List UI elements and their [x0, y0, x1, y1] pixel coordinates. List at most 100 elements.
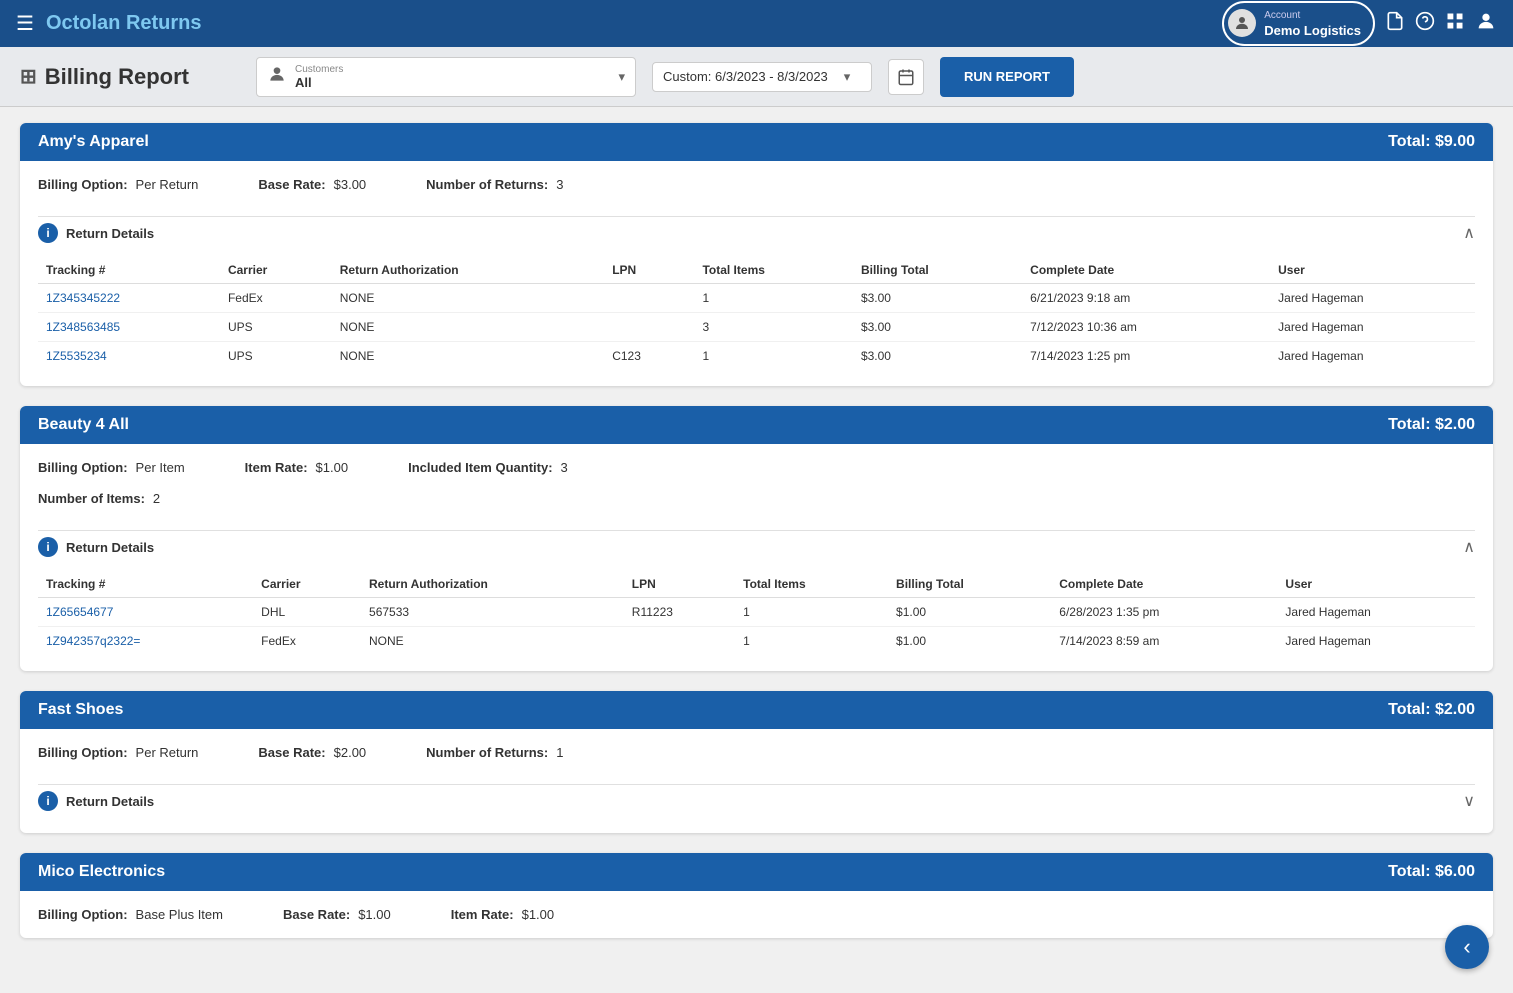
person-icon — [267, 64, 287, 89]
user-cell: Jared Hageman — [1270, 342, 1475, 371]
billing-option-label: Billing Option: — [38, 745, 128, 760]
carrier-cell: DHL — [253, 598, 361, 627]
billing-info-amys: Billing Option: Per Return Base Rate: $3… — [20, 161, 1493, 208]
base-rate-value: $2.00 — [334, 745, 367, 760]
return-details-left: i Return Details — [38, 791, 154, 811]
tracking-link[interactable]: 1Z345345222 — [46, 291, 120, 305]
item-rate-value: $1.00 — [316, 460, 349, 475]
tracking-link[interactable]: 1Z348563485 — [46, 320, 120, 334]
date-cell: 6/21/2023 9:18 am — [1022, 284, 1270, 313]
calendar-button[interactable] — [888, 59, 924, 95]
col-carrier: Carrier — [253, 571, 361, 598]
col-items: Total Items — [735, 571, 888, 598]
customers-dropdown[interactable]: Customers All ▾ — [256, 57, 636, 97]
billing-option-label: Billing Option: — [38, 907, 128, 922]
date-cell: 6/28/2023 1:35 pm — [1051, 598, 1277, 627]
col-user: User — [1277, 571, 1475, 598]
page-title: ⊞ Billing Report — [20, 64, 240, 90]
return-details-label: Return Details — [66, 794, 154, 809]
return-table-beauty: Tracking # Carrier Return Authorization … — [38, 571, 1475, 655]
logo-prefix: Octolan — [46, 12, 120, 34]
billing-info-beauty: Billing Option: Per Item Item Rate: $1.0… — [20, 444, 1493, 491]
table-row: 1Z942357q2322= FedEx NONE 1 $1.00 7/14/2… — [38, 627, 1475, 656]
items-cell: 1 — [735, 627, 888, 656]
user-cell: Jared Hageman — [1270, 313, 1475, 342]
tracking-link[interactable]: 1Z65654677 — [46, 605, 113, 619]
return-details-label: Return Details — [66, 540, 154, 555]
return-details-left: i Return Details — [38, 537, 154, 557]
col-tracking: Tracking # — [38, 257, 220, 284]
billing-cell: $1.00 — [888, 627, 1051, 656]
items-cell: 1 — [735, 598, 888, 627]
items-cell: 1 — [694, 284, 853, 313]
user-cell: Jared Hageman — [1277, 627, 1475, 656]
info-icon: i — [38, 537, 58, 557]
app-logo: Octolan Returns — [46, 12, 202, 35]
account-badge[interactable]: Account Demo Logistics — [1222, 1, 1375, 45]
customer-card-fast-shoes: Fast Shoes Total: $2.00 Billing Option: … — [20, 691, 1493, 833]
header-bar: ⊞ Billing Report Customers All ▾ Custom:… — [0, 47, 1513, 107]
customer-total: Total: $9.00 — [1388, 133, 1475, 151]
carrier-cell: FedEx — [253, 627, 361, 656]
items-cell: 3 — [694, 313, 853, 342]
col-ra: Return Authorization — [332, 257, 604, 284]
info-icon: i — [38, 791, 58, 811]
carrier-cell: UPS — [220, 313, 332, 342]
included-qty-label: Included Item Quantity: — [408, 460, 552, 475]
expand-icon: ∨ — [1463, 791, 1475, 811]
account-name: Demo Logistics — [1264, 23, 1361, 40]
customer-total: Total: $2.00 — [1388, 416, 1475, 434]
billing-info-fast-shoes: Billing Option: Per Return Base Rate: $2… — [20, 729, 1493, 776]
lpn-cell: R11223 — [624, 598, 735, 627]
scroll-button[interactable]: ‹ — [1445, 925, 1489, 969]
ra-cell: 567533 — [361, 598, 624, 627]
ra-cell: NONE — [361, 627, 624, 656]
billing-cell: $3.00 — [853, 342, 1022, 371]
num-returns-label: Number of Returns: — [426, 177, 548, 192]
return-details-toggle[interactable]: i Return Details ∧ — [38, 530, 1475, 563]
base-rate-item: Base Rate: $2.00 — [258, 745, 366, 760]
top-nav: ☰ Octolan Returns Account Demo Logistics — [0, 0, 1513, 47]
return-details-toggle[interactable]: i Return Details ∨ — [38, 784, 1475, 817]
return-details-label: Return Details — [66, 226, 154, 241]
table-row: 1Z345345222 FedEx NONE 1 $3.00 6/21/2023… — [38, 284, 1475, 313]
item-rate-item: Item Rate: $1.00 — [245, 460, 348, 475]
table-row: 1Z65654677 DHL 567533 R11223 1 $1.00 6/2… — [38, 598, 1475, 627]
billing-icon: ⊞ — [20, 64, 37, 89]
run-report-button[interactable]: RUN REPORT — [940, 57, 1074, 97]
items-cell: 1 — [694, 342, 853, 371]
num-returns-value: 3 — [556, 177, 563, 192]
ra-cell: NONE — [332, 313, 604, 342]
hamburger-icon[interactable]: ☰ — [16, 11, 34, 36]
date-cell: 7/12/2023 10:36 am — [1022, 313, 1270, 342]
customer-header-beauty4all: Beauty 4 All Total: $2.00 — [20, 406, 1493, 444]
document-icon[interactable] — [1385, 11, 1405, 36]
billing-option-item: Billing Option: Per Return — [38, 745, 198, 760]
col-billing: Billing Total — [888, 571, 1051, 598]
base-rate-label: Base Rate: — [258, 745, 325, 760]
return-details-beauty: i Return Details ∧ Tracking # Carrier Re… — [20, 522, 1493, 671]
base-rate-value: $1.00 — [358, 907, 391, 922]
col-user: User — [1270, 257, 1475, 284]
customer-name: Amy's Apparel — [38, 133, 149, 151]
num-items-item: Number of Items: 2 — [38, 491, 160, 506]
help-icon[interactable] — [1415, 11, 1435, 36]
billing-option-item: Billing Option: Per Item — [38, 460, 185, 475]
customer-header-fast-shoes: Fast Shoes Total: $2.00 — [20, 691, 1493, 729]
lpn-cell — [604, 313, 694, 342]
col-tracking: Tracking # — [38, 571, 253, 598]
user-icon[interactable] — [1475, 10, 1497, 37]
nav-right: Account Demo Logistics — [1222, 1, 1497, 45]
billing-option-item: Billing Option: Base Plus Item — [38, 907, 223, 922]
tracking-link[interactable]: 1Z942357q2322= — [46, 634, 140, 648]
tracking-link[interactable]: 1Z5535234 — [46, 349, 107, 363]
chevron-down-icon: ▾ — [618, 69, 625, 85]
date-range-dropdown[interactable]: Custom: 6/3/2023 - 8/3/2023 ▾ — [652, 62, 872, 92]
customer-name: Fast Shoes — [38, 701, 123, 719]
collapse-icon: ∧ — [1463, 223, 1475, 243]
item-rate-label: Item Rate: — [245, 460, 308, 475]
account-info: Account Demo Logistics — [1264, 7, 1361, 39]
customer-total: Total: $2.00 — [1388, 701, 1475, 719]
return-details-toggle[interactable]: i Return Details ∧ — [38, 216, 1475, 249]
grid-icon[interactable] — [1445, 11, 1465, 36]
